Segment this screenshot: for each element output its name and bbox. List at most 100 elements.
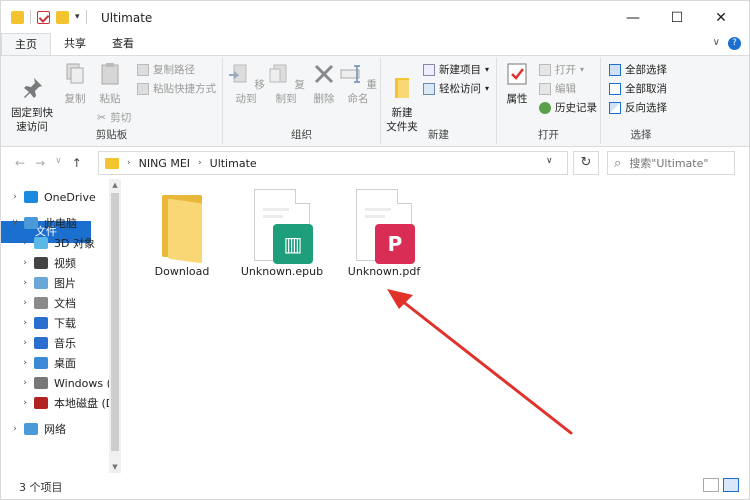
address-dropdown-icon[interactable]: ∨ xyxy=(546,156,553,166)
nav-item-label: OneDrive xyxy=(44,190,96,204)
details-view-button[interactable] xyxy=(703,478,719,492)
nav-item[interactable]: › 3D 对象 xyxy=(19,233,95,253)
easy-access-button[interactable]: 轻松访问 ▾ xyxy=(423,81,489,96)
edit-button[interactable]: 编辑 xyxy=(539,81,576,96)
nav-pane-scrollbar[interactable]: ▲ ▼ xyxy=(109,179,121,473)
expand-chevron-icon[interactable]: › xyxy=(9,192,21,202)
paste-shortcut-icon xyxy=(137,82,149,95)
nav-item[interactable]: › 下载 xyxy=(19,313,76,333)
search-box[interactable]: ⌕ xyxy=(607,151,735,175)
open-button[interactable]: 打开 ▾ xyxy=(539,62,584,77)
help-icon[interactable]: ? xyxy=(728,37,741,50)
paste-button[interactable]: 粘贴 xyxy=(94,62,126,106)
file-item-pdf[interactable]: P Unknown.pdf xyxy=(339,189,429,278)
up-arrow-icon[interactable]: ↑ xyxy=(72,156,82,170)
expand-chevron-icon[interactable]: › xyxy=(19,258,31,268)
nav-item[interactable]: › 文档 xyxy=(19,293,76,313)
new-folder-button[interactable]: 新建 文件夹 xyxy=(383,62,421,134)
delete-button[interactable]: 删除 xyxy=(309,62,339,106)
file-name: Unknown.epub xyxy=(240,265,324,278)
expand-chevron-icon[interactable]: › xyxy=(19,238,31,248)
copy-to-button[interactable]: 复制到 xyxy=(267,62,305,106)
customize-toolbar-dropdown[interactable]: ▾ xyxy=(75,12,80,22)
nav-item[interactable]: › 图片 xyxy=(19,273,76,293)
file-name: Download xyxy=(154,265,210,278)
pdf-document-icon: P xyxy=(356,189,415,264)
scroll-up-icon[interactable]: ▲ xyxy=(109,181,121,189)
paste-shortcut-button[interactable]: 粘贴快捷方式 xyxy=(137,81,216,96)
expand-chevron-icon[interactable]: ∨ xyxy=(9,218,21,228)
new-item-button[interactable]: 新建项目 ▾ xyxy=(423,62,489,77)
breadcrumb-segment[interactable]: NING MEI xyxy=(139,157,190,170)
expand-chevron-icon[interactable]: › xyxy=(19,378,31,388)
nav-item-label: 文档 xyxy=(54,297,76,310)
open-group: 属性 打开 ▾ 编辑 历史记录 打开 xyxy=(497,58,601,144)
nav-item[interactable]: › 桌面 xyxy=(19,353,76,373)
large-icons-view-button[interactable] xyxy=(723,478,739,492)
nav-item-icon xyxy=(34,337,48,349)
nav-item-icon xyxy=(34,237,48,249)
history-button[interactable]: 历史记录 xyxy=(539,100,597,115)
select-group-label: 选择 xyxy=(630,129,652,141)
maximize-button[interactable]: ☐ xyxy=(655,7,699,29)
invert-selection-button[interactable]: 反向选择 xyxy=(609,100,667,115)
nav-item-icon xyxy=(34,257,48,269)
tab-home[interactable]: 主页 xyxy=(1,33,51,55)
cut-button[interactable]: ✂ 剪切 xyxy=(97,110,131,125)
select-none-button[interactable]: 全部取消 xyxy=(609,81,667,96)
expand-chevron-icon[interactable]: › xyxy=(19,278,31,288)
nav-item-icon xyxy=(34,277,48,289)
tab-share[interactable]: 共享 xyxy=(51,33,99,55)
scroll-down-icon[interactable]: ▼ xyxy=(109,463,121,471)
properties-button[interactable]: 属性 xyxy=(501,62,533,106)
nav-item[interactable]: › OneDrive xyxy=(9,187,96,207)
file-item-epub[interactable]: ▥ Unknown.epub xyxy=(237,189,327,278)
nav-item[interactable]: › 音乐 xyxy=(19,333,76,353)
scissors-icon: ✂ xyxy=(97,111,107,124)
search-input[interactable] xyxy=(629,156,726,170)
expand-chevron-icon[interactable]: › xyxy=(19,398,31,408)
back-arrow-icon[interactable]: ← xyxy=(15,156,25,170)
expand-chevron-icon[interactable]: › xyxy=(9,424,21,434)
breadcrumb-segment[interactable]: Ultimate xyxy=(210,157,257,170)
nav-item[interactable]: › 网络 xyxy=(9,419,66,439)
new-item-icon xyxy=(423,63,435,76)
move-to-button[interactable]: 移动到 xyxy=(227,62,265,106)
copy-path-button[interactable]: 复制路径 xyxy=(137,62,195,77)
move-to-icon xyxy=(229,64,247,83)
copy-button[interactable]: 复制 xyxy=(59,62,91,106)
pin-quick-access-button[interactable]: 固定到快 速访问 xyxy=(9,62,55,134)
tab-view[interactable]: 查看 xyxy=(99,33,147,55)
folder-large-icon xyxy=(154,189,210,264)
file-name: Unknown.pdf xyxy=(347,265,421,278)
rename-button[interactable]: 重命名 xyxy=(339,62,377,106)
nav-item[interactable]: › 视频 xyxy=(19,253,76,273)
scrollbar-thumb[interactable] xyxy=(111,193,119,451)
forward-arrow-icon[interactable]: → xyxy=(35,156,45,170)
collapse-ribbon-icon[interactable]: ∨ xyxy=(713,37,720,50)
ribbon: 固定到快 速访问 复制 粘贴 复制路径 粘贴快捷方式 ✂ 剪切 剪贴板 移动到 … xyxy=(1,55,749,147)
nav-item[interactable]: › Windows (C xyxy=(19,373,118,393)
properties-quick-icon[interactable] xyxy=(37,10,50,24)
expand-chevron-icon[interactable]: › xyxy=(19,338,31,348)
title-bar: ▾ Ultimate — ☐ ✕ xyxy=(1,1,749,33)
expand-chevron-icon[interactable]: › xyxy=(19,298,31,308)
nav-item-icon xyxy=(34,377,48,389)
address-bar[interactable]: › NING MEI › Ultimate xyxy=(98,151,568,175)
refresh-button[interactable]: ↻ xyxy=(573,151,599,175)
new-group-label: 新建 xyxy=(428,129,449,141)
nav-item[interactable]: ∨ 此电脑 xyxy=(9,213,77,233)
expand-chevron-icon[interactable]: › xyxy=(19,318,31,328)
file-item-folder[interactable]: Download xyxy=(137,189,227,278)
history-icon xyxy=(539,101,551,114)
close-button[interactable]: ✕ xyxy=(699,7,743,29)
select-all-button[interactable]: 全部选择 xyxy=(609,62,667,77)
expand-chevron-icon[interactable]: › xyxy=(19,358,31,368)
recent-locations-icon[interactable]: ∨ xyxy=(55,156,62,170)
minimize-button[interactable]: — xyxy=(611,7,655,29)
new-folder-quick-icon[interactable] xyxy=(56,10,69,24)
nav-item-icon xyxy=(24,217,38,229)
nav-item-label: 此电脑 xyxy=(44,217,77,230)
explorer-window: ▾ Ultimate — ☐ ✕ 文件 主页 共享 查看 ∨ ? 固定到快 速访… xyxy=(0,0,750,500)
nav-item[interactable]: › 本地磁盘 (D xyxy=(19,393,114,413)
